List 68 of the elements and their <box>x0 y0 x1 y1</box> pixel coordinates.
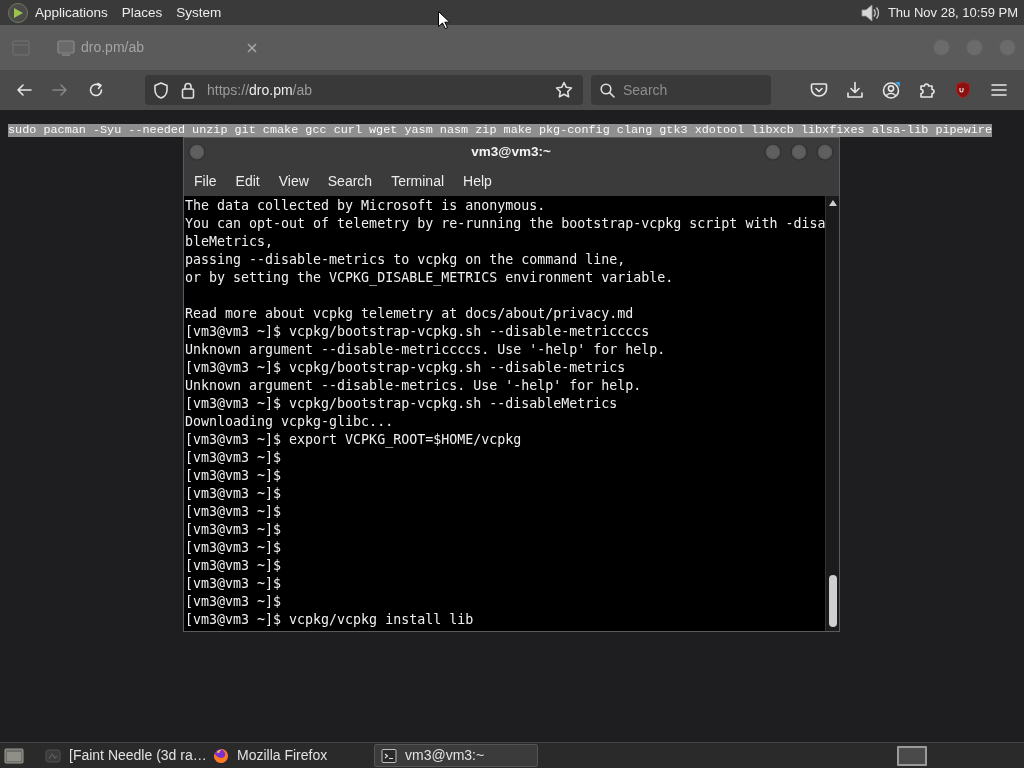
panel-menu[interactable]: Places <box>114 0 170 25</box>
puzzle-icon <box>918 81 936 99</box>
terminal-line: [vm3@vm3 ~]$ vcpkg/bootstrap-vcpkg.sh --disable-metrics <box>185 359 627 377</box>
terminal-icon <box>381 747 397 764</box>
star-icon[interactable] <box>555 81 573 99</box>
menu-icon <box>990 81 1008 99</box>
scrollbar-thumb[interactable] <box>829 575 837 627</box>
terminal-line: bleMetrics, <box>185 233 275 251</box>
desktop-icon[interactable] <box>4 746 24 765</box>
panel-menu[interactable]: Applications <box>28 0 115 25</box>
mouse-pointer-icon <box>438 11 450 29</box>
terminal-line: Unknown argument --disable-metriccccs. Use '-help' for help. <box>185 341 667 359</box>
menu-item[interactable]: Edit <box>227 166 268 196</box>
page-icon <box>57 39 75 56</box>
taskbar-task[interactable]: Mozilla Firefox <box>206 744 370 767</box>
url-text[interactable]: https://dro.pm/ab <box>207 79 313 101</box>
terminal-line: [vm3@vm3 ~]$ <box>185 485 283 503</box>
workspace-switcher[interactable] <box>897 745 927 766</box>
menu-item[interactable]: View <box>270 166 317 196</box>
close-icon[interactable] <box>247 42 257 53</box>
terminal-line: Unknown argument --disable-metrics. Use '-help' for help. <box>185 377 643 395</box>
terminal-line: The data collected by Microsoft is anonymous. <box>185 197 547 215</box>
terminal-line: [vm3@vm3 ~]$ <box>185 593 283 611</box>
menu-item[interactable]: File <box>186 166 225 196</box>
menu-item[interactable]: Help <box>455 166 500 196</box>
tab-title: dro.pm/ab <box>81 38 145 57</box>
search-bar[interactable]: Search <box>591 75 771 105</box>
menu-item[interactable]: Terminal <box>383 166 453 196</box>
panel-menu[interactable]: System <box>169 0 229 25</box>
taskbar-task[interactable]: vm3@vm3:~ <box>374 744 538 767</box>
shield-icon[interactable] <box>153 81 169 99</box>
play-circle-icon[interactable] <box>8 2 28 23</box>
terminal-line: You can opt-out of telemetry by re-running the bootstrap-vcpkg script with -disa <box>185 215 825 233</box>
terminal-line: or by setting the VCPKG_DISABLE_METRICS environment variable. <box>185 269 675 287</box>
reload-icon <box>88 82 104 98</box>
selected-text: sudo pacman -Syu --needed unzip git cmake gcc curl wget yasm nasm zip make pkg-config clang gtk3 xdotool libxcb libxfixes alsa-lib pipewire <box>8 124 993 137</box>
account-icon <box>882 81 900 99</box>
scroll-up-icon[interactable] <box>829 200 837 206</box>
app-icon <box>45 747 61 764</box>
browser-icon <box>213 747 229 764</box>
arrow-left-icon <box>16 82 32 98</box>
terminal-line: [vm3@vm3 ~]$ vcpkg/bootstrap-vcpkg.sh --disableMetrics <box>185 395 619 413</box>
terminal-line: [vm3@vm3 ~]$ <box>185 503 283 521</box>
clock[interactable]: Thu Nov 28, 10:59 PM <box>887 2 1018 23</box>
terminal-line: Downloading vcpkg-glibc... <box>185 413 395 431</box>
save-icon <box>810 81 828 99</box>
terminal-line: [vm3@vm3 ~]$ <box>185 449 283 467</box>
terminal-line: [vm3@vm3 ~]$ <box>185 575 283 593</box>
scrollbar[interactable] <box>825 196 839 631</box>
terminal-line: Read more about vcpkg telemetry at docs/about/privacy.md <box>185 305 635 323</box>
terminal-line: [vm3@vm3 ~]$ vcpkg/vcpkg install lib <box>185 611 475 629</box>
window-title: vm3@vm3:~ <box>471 142 551 161</box>
search-field[interactable]: Search <box>623 79 763 101</box>
terminal-line: [vm3@vm3 ~]$ <box>185 521 283 539</box>
lock-icon[interactable] <box>181 81 195 99</box>
terminal-line: passing --disable-metrics to vcpkg on the command line, <box>185 251 627 269</box>
address-bar[interactable]: https://dro.pm/ab <box>145 75 583 105</box>
terminal-line: [vm3@vm3 ~]$ export VCPKG_ROOT=$HOME/vcpkg <box>185 431 523 449</box>
terminal-line: [vm3@vm3 ~]$ <box>185 539 283 557</box>
arrow-right-icon <box>52 82 68 98</box>
terminal-line: [vm3@vm3 ~]$ vcpkg/bootstrap-vcpkg.sh --disable-metriccccs <box>185 323 651 341</box>
terminal-line: [vm3@vm3 ~]$ <box>185 467 283 485</box>
search-icon <box>600 82 615 98</box>
speaker-icon[interactable] <box>859 2 880 23</box>
menu-item[interactable]: Search <box>319 166 381 196</box>
shield-icon <box>954 81 972 99</box>
download-icon <box>846 81 864 99</box>
terminal-line: [vm3@vm3 ~]$ <box>185 557 283 575</box>
